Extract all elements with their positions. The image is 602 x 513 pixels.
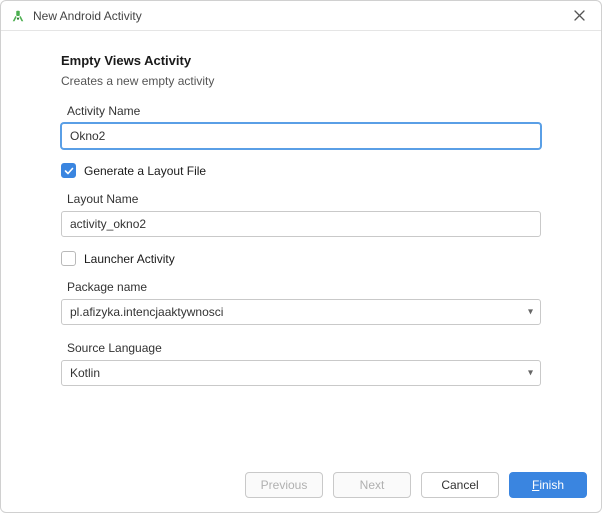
button-bar: Previous Next Cancel Finish <box>1 462 601 512</box>
page-title: Empty Views Activity <box>61 53 541 68</box>
activity-name-input[interactable] <box>61 123 541 149</box>
activity-name-label: Activity Name <box>67 104 541 118</box>
launcher-activity-checkbox[interactable] <box>61 251 76 266</box>
generate-layout-checkbox[interactable] <box>61 163 76 178</box>
package-name-label: Package name <box>67 280 541 294</box>
generate-layout-label: Generate a Layout File <box>84 164 206 178</box>
source-language-label: Source Language <box>67 341 541 355</box>
dialog-window: New Android Activity Empty Views Activit… <box>0 0 602 513</box>
dialog-content: Empty Views Activity Creates a new empty… <box>1 31 601 462</box>
next-button[interactable]: Next <box>333 472 411 498</box>
cancel-button[interactable]: Cancel <box>421 472 499 498</box>
android-studio-icon <box>11 9 25 23</box>
close-icon[interactable] <box>568 6 591 26</box>
source-language-select[interactable] <box>61 360 541 386</box>
page-subtitle: Creates a new empty activity <box>61 74 541 88</box>
launcher-activity-label: Launcher Activity <box>84 252 175 266</box>
window-title: New Android Activity <box>25 9 568 23</box>
finish-button[interactable]: Finish <box>509 472 587 498</box>
previous-button[interactable]: Previous <box>245 472 323 498</box>
layout-name-label: Layout Name <box>67 192 541 206</box>
titlebar: New Android Activity <box>1 1 601 31</box>
package-name-combobox[interactable] <box>61 299 541 325</box>
layout-name-input[interactable] <box>61 211 541 237</box>
